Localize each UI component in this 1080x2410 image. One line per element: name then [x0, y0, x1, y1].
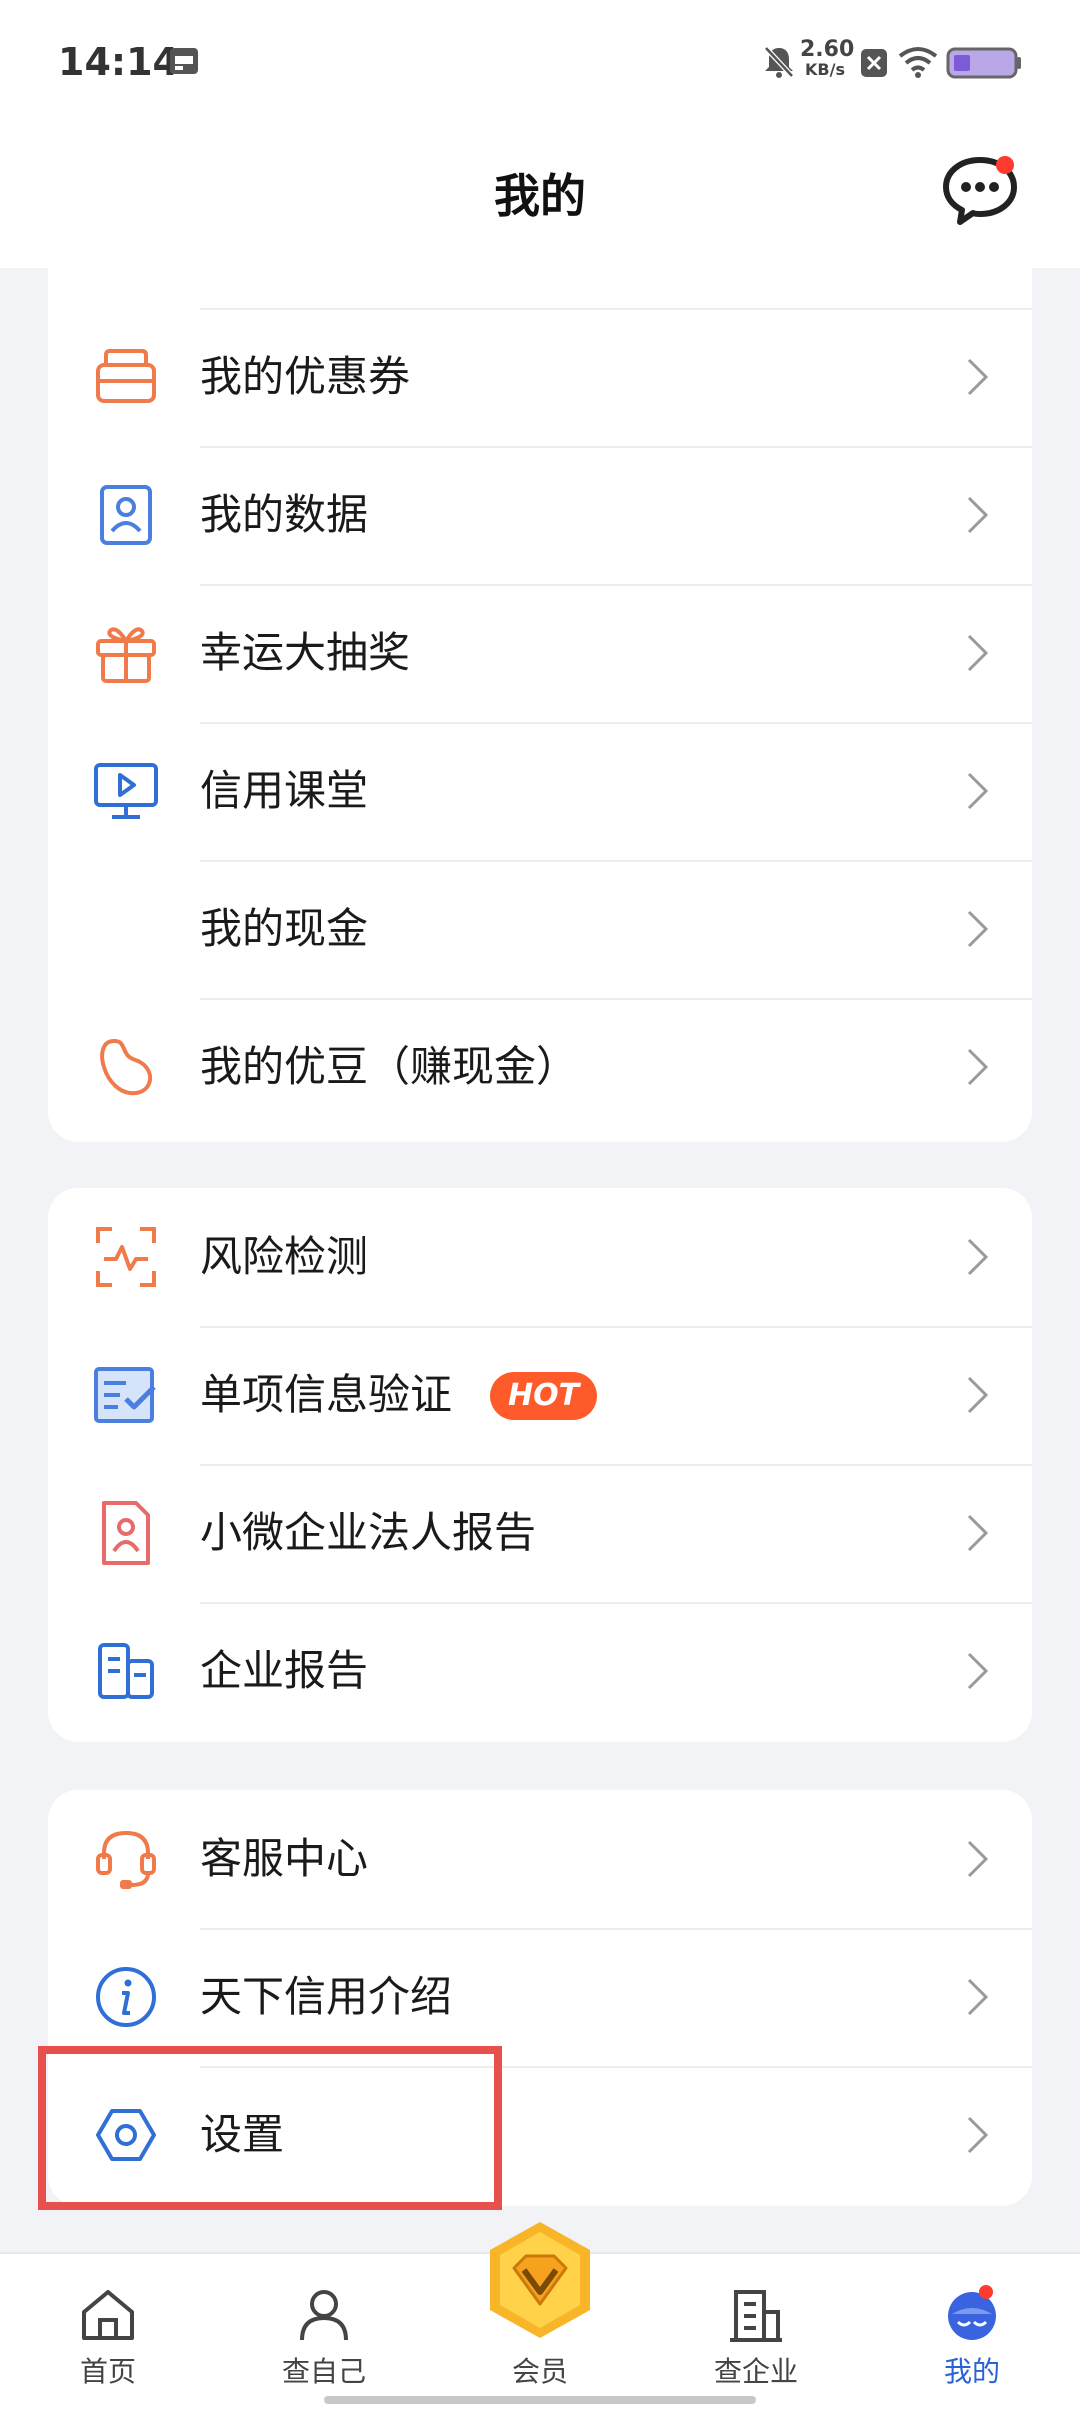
user-data-icon [100, 485, 152, 545]
menu-item-company-report[interactable]: 企业报告 [48, 1602, 1032, 1740]
net-speed-unit: KB/s [805, 60, 845, 79]
menu-item-credit-class[interactable]: 信用课堂 [48, 722, 1032, 860]
menu-card-reports: 风险检测 单项信息验证 HOT 小微企业法人报告 企业报告 [48, 1188, 1032, 1742]
menu-item-customer-service[interactable]: 客服中心 [48, 1790, 1032, 1928]
menu-item-lucky-draw[interactable]: 幸运大抽奖 [48, 584, 1032, 722]
menu-item-my-beans[interactable]: 我的优豆（赚现金） [48, 998, 1032, 1136]
company-report-icon [98, 1643, 154, 1699]
menu-item-label: 我的优惠券 [200, 352, 411, 401]
message-badge-dot [996, 156, 1014, 174]
chevron-right-icon [967, 358, 989, 396]
tab-label: 我的 [943, 2355, 1000, 2388]
building-icon [730, 2290, 782, 2342]
menu-item-label: 企业报告 [200, 1646, 369, 1695]
chevron-right-icon [967, 1376, 989, 1414]
home-indicator[interactable] [324, 2396, 756, 2404]
mute-bell-icon [764, 46, 794, 78]
chevron-right-icon [967, 1840, 989, 1878]
mine-avatar-icon [948, 2285, 996, 2340]
chevron-right-icon [967, 772, 989, 810]
info-icon [96, 1967, 156, 2027]
settings-highlight-box [38, 2046, 502, 2210]
chevron-right-icon [967, 1238, 989, 1276]
person-icon [300, 2290, 348, 2341]
menu-item-my-cash[interactable]: 我的现金 [48, 860, 1032, 998]
battery-icon [946, 47, 1021, 79]
bean-icon [100, 1038, 153, 1096]
calendar-icon [170, 48, 198, 74]
menu-item-my-data[interactable]: 我的数据 [48, 446, 1032, 584]
headset-icon [96, 1830, 156, 1889]
video-class-icon [94, 763, 158, 819]
gift-icon [96, 627, 156, 683]
menu-item-single-verify[interactable]: 单项信息验证 HOT [48, 1326, 1032, 1464]
home-icon [82, 2290, 134, 2340]
tab-label: 查企业 [713, 2355, 798, 2388]
chevron-right-icon [967, 1652, 989, 1690]
chevron-right-icon [967, 1514, 989, 1552]
chevron-right-icon [967, 2116, 989, 2154]
menu-item-label: 小微企业法人报告 [200, 1508, 537, 1557]
menu-item-label: 我的现金 [200, 904, 369, 953]
tab-home[interactable]: 首页 [28, 2254, 188, 2410]
menu-item-legal-report[interactable]: 小微企业法人报告 [48, 1464, 1032, 1602]
menu-item-label: 单项信息验证 [200, 1370, 453, 1419]
tab-label: 首页 [79, 2355, 136, 2388]
chevron-right-icon [967, 910, 989, 948]
net-speed: 2.60 KB/s [800, 37, 855, 80]
menu-card-services: 我的优惠券 我的数据 幸运大抽奖 信用课堂 我的现金 我的优豆（赚现金） [48, 200, 1032, 1142]
menu-item-label: 幸运大抽奖 [200, 628, 411, 677]
menu-item-label: 我的数据 [200, 490, 369, 539]
chevron-right-icon [967, 496, 989, 534]
vip-diamond-icon[interactable] [478, 2218, 602, 2342]
top-bar: 14:14 2.60 KB/s 我的 [0, 0, 1080, 268]
menu-item-coupons[interactable]: 我的优惠券 [48, 308, 1032, 446]
tab-check-company[interactable]: 查企业 [676, 2254, 836, 2410]
net-speed-value: 2.60 [800, 37, 855, 62]
chevron-right-icon [967, 1978, 989, 2016]
verify-icon [94, 1367, 156, 1423]
status-time: 14:14 [58, 40, 179, 84]
menu-item-label: 信用课堂 [200, 766, 369, 815]
page-title: 我的 [494, 169, 586, 223]
risk-scan-icon [96, 1227, 156, 1287]
chevron-right-icon [967, 1048, 989, 1086]
tab-label: 会员 [511, 2355, 568, 2388]
menu-item-label: 客服中心 [200, 1834, 369, 1883]
legal-report-icon [102, 1501, 150, 1565]
tab-check-self[interactable]: 查自己 [244, 2254, 404, 2410]
close-box-icon [861, 49, 887, 77]
coupon-icon [96, 349, 156, 403]
menu-item-label: 风险检测 [200, 1232, 369, 1281]
hot-badge: HOT [490, 1372, 598, 1420]
menu-item-risk-check[interactable]: 风险检测 [48, 1188, 1032, 1326]
tab-label: 查自己 [281, 2355, 366, 2388]
tab-mine[interactable]: 我的 [892, 2254, 1052, 2410]
menu-item-label: 我的优豆（赚现金） [200, 1042, 579, 1091]
wifi-icon [898, 47, 938, 78]
chevron-right-icon [967, 634, 989, 672]
